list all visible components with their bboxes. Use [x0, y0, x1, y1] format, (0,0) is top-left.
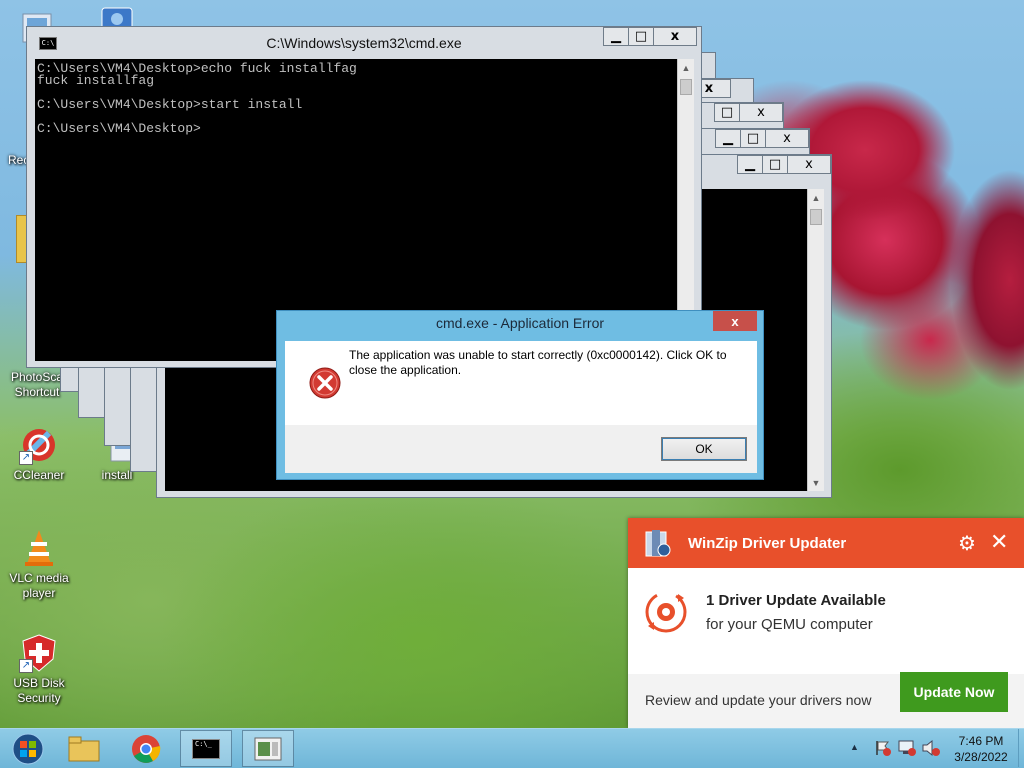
windows-orb-icon [12, 733, 44, 764]
desktop-icon-ccleaner[interactable]: ↗ CCleaner [2, 425, 76, 483]
dialog-title: cmd.exe - Application Error [435, 315, 605, 331]
desktop-icon-label: VLC media player [9, 571, 69, 600]
title-bar[interactable]: C:\ C:\Windows\system32\cmd.exe ▁ □ x [27, 27, 701, 55]
taskbar: C:\_ ▲ 7:46 PM 3/28/2022 [0, 728, 1024, 768]
shortcut-arrow-icon: ↗ [19, 659, 33, 673]
action-center-flag-icon[interactable] [874, 739, 892, 760]
maximize-button[interactable]: □ [740, 129, 766, 148]
taskbar-cmd[interactable]: C:\_ [180, 730, 232, 767]
shortcut-arrow-icon: ↗ [19, 451, 33, 465]
window-app-icon [254, 737, 282, 760]
vlc-cone-icon [19, 528, 59, 568]
scroll-up-arrow-icon[interactable]: ▲ [678, 59, 694, 76]
cmd-icon: C:\_ [192, 738, 220, 759]
window-controls: ▁ □ x [603, 27, 697, 47]
close-button[interactable]: x [653, 27, 697, 46]
clock-time: 7:46 PM [958, 734, 1004, 748]
desktop-icon-label: USB Disk Security [13, 676, 65, 705]
update-now-button[interactable]: Update Now [900, 672, 1008, 712]
chrome-icon [132, 734, 161, 763]
window-title: C:\Windows\system32\cmd.exe [266, 35, 462, 51]
taskbar-clock[interactable]: 7:46 PM 3/28/2022 [946, 733, 1016, 765]
vertical-scrollbar[interactable]: ▲ ▼ [807, 189, 824, 491]
minimize-button[interactable]: ▁ [715, 129, 741, 148]
close-button[interactable]: x [787, 155, 831, 174]
application-error-dialog[interactable]: cmd.exe - Application Error x The applic… [276, 310, 764, 480]
maximize-button[interactable]: □ [714, 103, 740, 122]
taskbar-chrome[interactable] [120, 730, 172, 767]
volume-muted-icon[interactable] [921, 739, 941, 760]
error-icon [309, 367, 341, 402]
desktop-icon-usb-disk-security[interactable]: ↗ USB Disk Security [2, 633, 76, 706]
dialog-message: The application was unable to start corr… [349, 348, 727, 377]
popup-body: 1 Driver Update Available for your QEMU … [628, 568, 1024, 674]
window-controls: ▁ □ x [715, 129, 809, 149]
show-desktop-button[interactable] [1018, 729, 1024, 767]
desktop-icon-label: CCleaner [13, 468, 65, 482]
update-headline: 1 Driver Update Available [706, 592, 886, 609]
close-button[interactable]: x [765, 129, 809, 148]
shield-icon: ↗ [19, 633, 59, 673]
dialog-body: The application was unable to start corr… [285, 341, 757, 473]
window-controls: □ x [714, 103, 783, 123]
clock-date: 3/28/2022 [954, 750, 1008, 764]
popup-footer-text: Review and update your drivers now [645, 692, 872, 708]
close-icon[interactable]: ✕ [990, 529, 1008, 555]
start-button[interactable] [0, 730, 56, 767]
taskbar-install-app[interactable] [242, 730, 294, 767]
desktop: T Rec PhotoSca Shortcut ↗ CCleaner insta… [0, 0, 1024, 728]
taskbar-file-explorer[interactable] [58, 730, 110, 767]
desktop-icon-vlc[interactable]: VLC media player [2, 528, 76, 601]
ok-button[interactable]: OK [661, 437, 747, 461]
dialog-close-button[interactable]: x [713, 311, 757, 331]
popup-title: WinZip Driver Updater [688, 535, 847, 552]
update-subline: for your QEMU computer [706, 616, 873, 633]
minimize-button[interactable]: ▁ [603, 27, 629, 46]
driver-update-gear-icon [642, 588, 690, 639]
scroll-thumb[interactable] [810, 209, 822, 225]
maximize-button[interactable]: □ [628, 27, 654, 46]
maximize-button[interactable]: □ [762, 155, 788, 174]
ccleaner-icon: ↗ [19, 425, 59, 465]
close-button[interactable]: x [739, 103, 783, 122]
popup-header: WinZip Driver Updater ⚙ ✕ [628, 518, 1024, 568]
scroll-thumb[interactable] [680, 79, 692, 95]
scroll-up-arrow-icon[interactable]: ▲ [808, 189, 824, 206]
gear-icon[interactable]: ⚙ [958, 531, 976, 556]
popup-footer: Review and update your drivers now Updat… [628, 672, 1024, 728]
winzip-driver-updater-popup[interactable]: WinZip Driver Updater ⚙ ✕ 1 Driver Updat… [628, 518, 1024, 728]
minimize-button[interactable]: ▁ [737, 155, 763, 174]
dialog-footer: OK [285, 425, 757, 473]
folder-icon [68, 736, 100, 761]
scroll-down-arrow-icon[interactable]: ▼ [808, 474, 824, 491]
show-hidden-icons-arrow[interactable]: ▲ [850, 742, 859, 752]
network-icon[interactable] [897, 739, 917, 760]
window-controls: ▁ □ x [737, 155, 831, 175]
winzip-logo-icon [642, 528, 672, 561]
